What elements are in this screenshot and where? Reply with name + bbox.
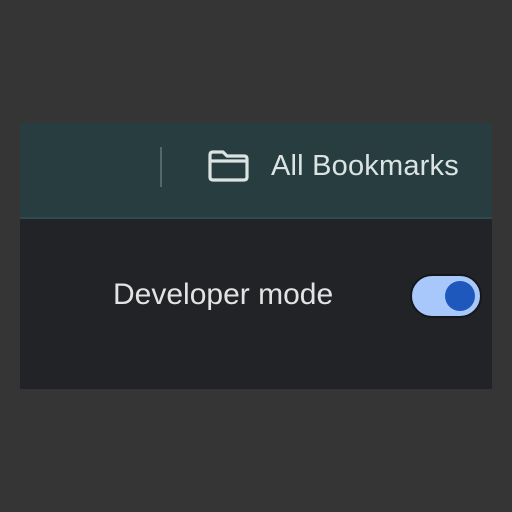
bookmarks-bar-divider [160,147,162,187]
browser-window: All Bookmarks Developer mode [20,123,492,389]
all-bookmarks-button[interactable]: All Bookmarks [206,143,459,189]
bookmarks-bar: All Bookmarks [20,123,492,219]
developer-mode-toggle[interactable] [410,274,482,318]
developer-mode-label: Developer mode [113,278,334,311]
developer-mode-toggle-knob [445,281,475,311]
extensions-header: Developer mode [20,219,492,389]
folder-icon [206,149,252,183]
all-bookmarks-label: All Bookmarks [271,149,459,182]
